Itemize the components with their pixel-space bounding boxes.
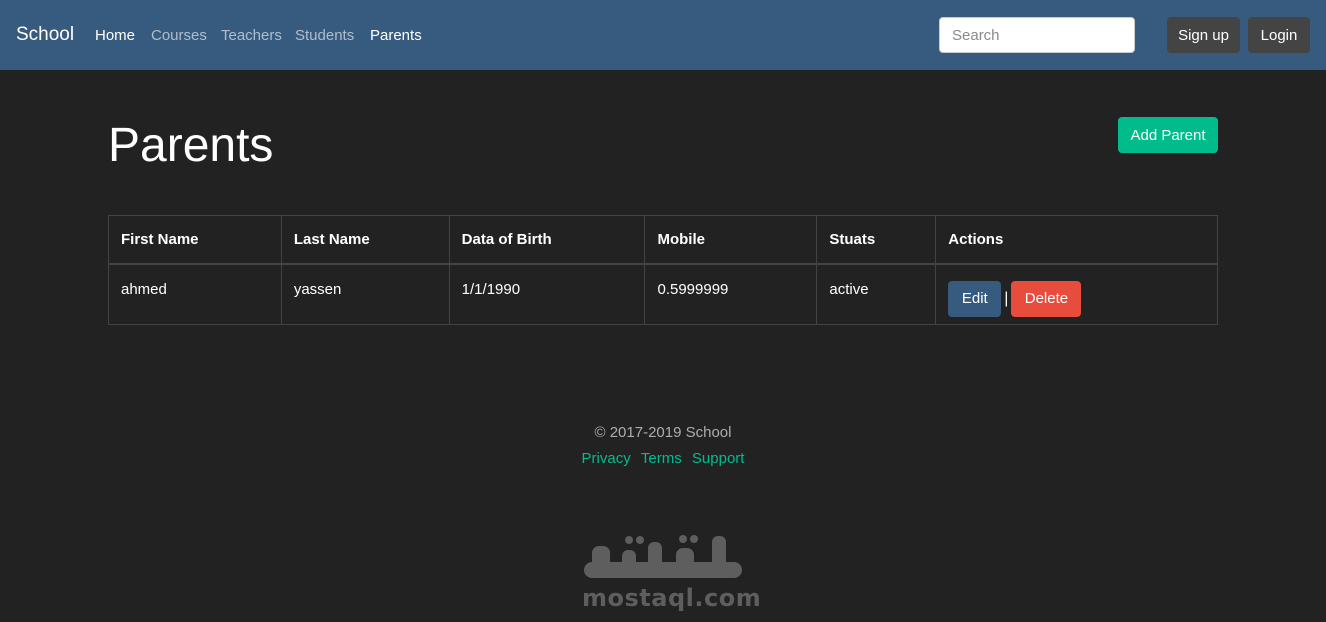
navbar: School Home Courses Teachers Students Pa… bbox=[0, 0, 1326, 70]
header-last-name: Last Name bbox=[280, 215, 450, 265]
cell-status: active bbox=[816, 263, 937, 325]
footer-link-terms[interactable]: Terms bbox=[641, 450, 682, 467]
footer-copyright: © 2017-2019 School bbox=[594, 424, 732, 441]
header-actions: Actions bbox=[935, 215, 1218, 265]
nav-link-parents[interactable]: Parents bbox=[370, 27, 422, 44]
brand-logo[interactable]: School bbox=[16, 24, 74, 46]
cell-date-of-birth: 1/1/1990 bbox=[448, 263, 646, 325]
footer-links: Privacy Terms Support bbox=[0, 450, 1326, 467]
header-date-of-birth: Data of Birth bbox=[448, 215, 646, 265]
nav-link-students[interactable]: Students bbox=[295, 27, 354, 44]
delete-button[interactable]: Delete bbox=[1011, 280, 1082, 317]
watermark-domain: mostaql.com bbox=[582, 584, 762, 612]
signup-button[interactable]: Sign up bbox=[1167, 17, 1240, 53]
edit-button[interactable]: Edit bbox=[948, 280, 1002, 317]
nav-link-teachers[interactable]: Teachers bbox=[221, 27, 282, 44]
table-row: ahmed yassen 1/1/1990 0.5999999 active E… bbox=[108, 263, 1218, 325]
login-button[interactable]: Login bbox=[1248, 17, 1310, 53]
search-input[interactable] bbox=[939, 17, 1135, 53]
cell-last-name: yassen bbox=[280, 263, 450, 325]
nav-link-courses[interactable]: Courses bbox=[151, 27, 207, 44]
mostaql-watermark: mostaql.com bbox=[582, 532, 762, 612]
cell-first-name: ahmed bbox=[108, 263, 282, 325]
page-title: Parents bbox=[108, 119, 274, 172]
header-status: Stuats bbox=[816, 215, 937, 265]
nav-link-home[interactable]: Home bbox=[95, 27, 135, 44]
parents-table: First Name Last Name Data of Birth Mobil… bbox=[108, 215, 1218, 325]
add-parent-button[interactable]: Add Parent bbox=[1118, 117, 1218, 153]
header-first-name: First Name bbox=[108, 215, 282, 265]
cell-actions: Edit | Delete bbox=[935, 263, 1218, 325]
footer-link-privacy[interactable]: Privacy bbox=[582, 450, 631, 467]
header-mobile: Mobile bbox=[644, 215, 818, 265]
table-header-row: First Name Last Name Data of Birth Mobil… bbox=[108, 215, 1218, 265]
mostaql-logo-icon bbox=[584, 535, 742, 578]
action-separator: | bbox=[1004, 289, 1009, 307]
footer-link-support[interactable]: Support bbox=[692, 450, 745, 467]
cell-mobile: 0.5999999 bbox=[644, 263, 818, 325]
